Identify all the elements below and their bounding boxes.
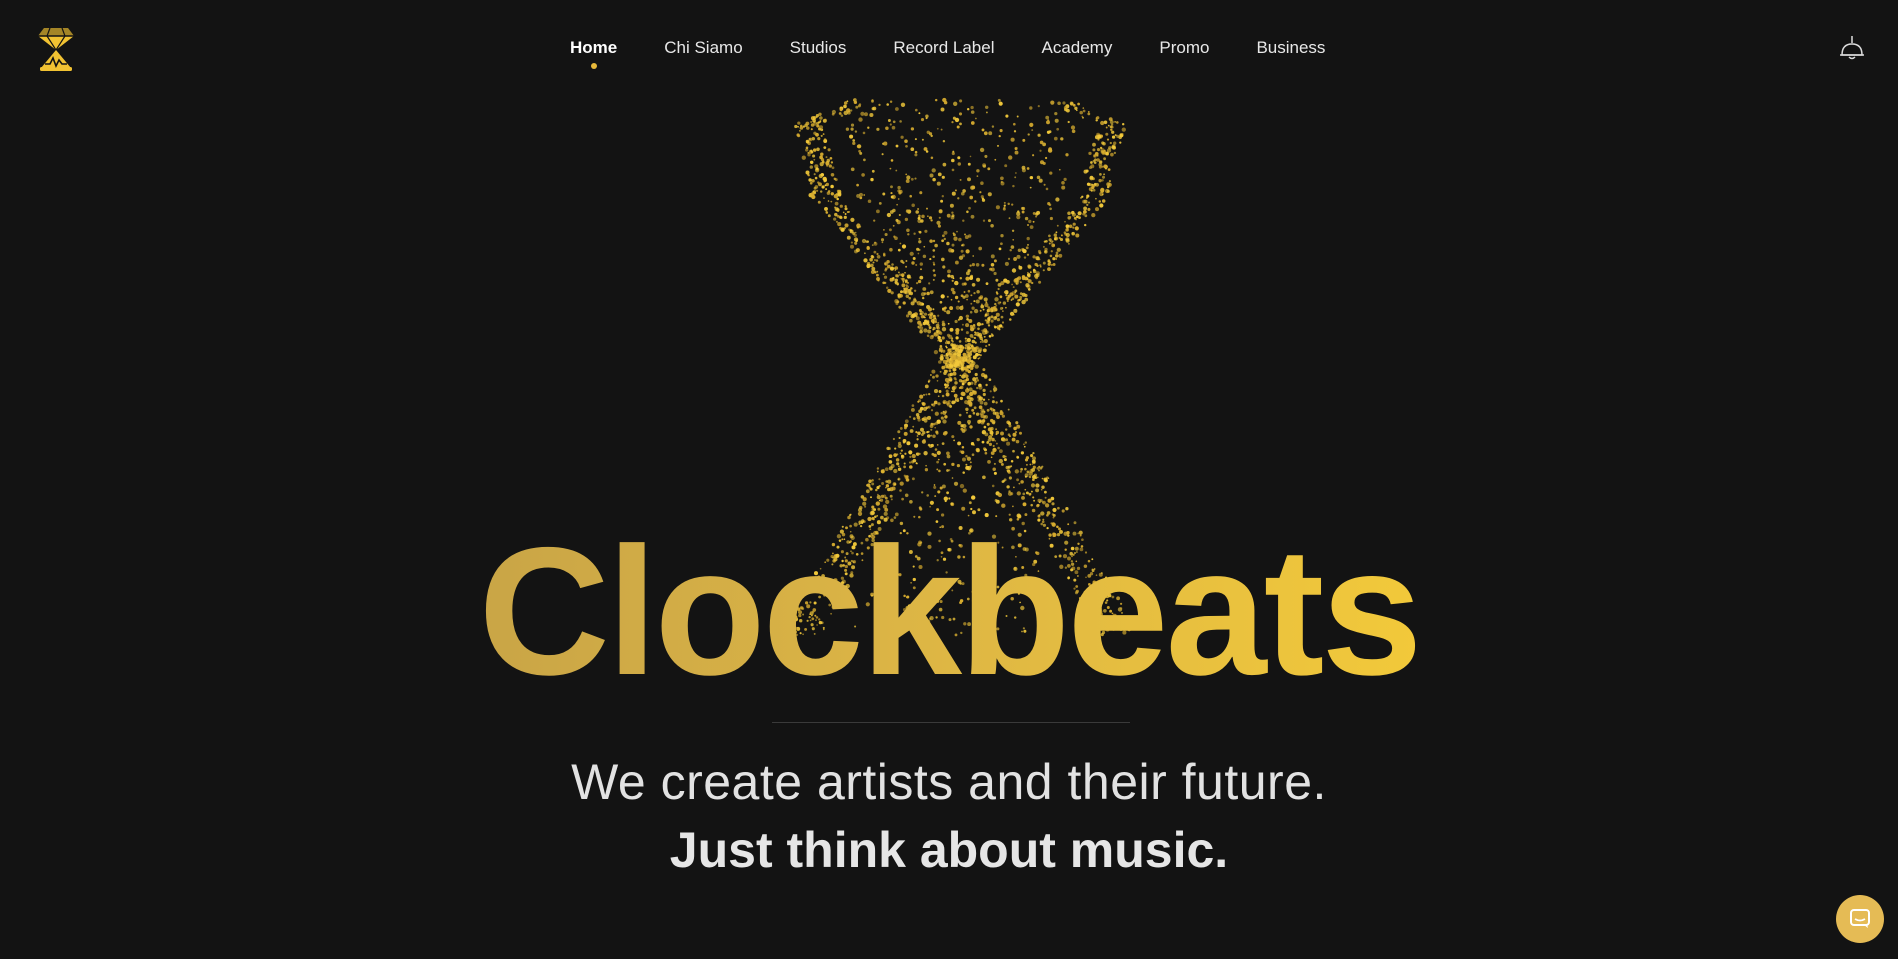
brand-title-text: Clockbeats: [478, 509, 1422, 713]
nav-item-label: Record Label: [893, 38, 995, 57]
main-nav: Home Chi Siamo Studios Record Label Acad…: [570, 38, 1372, 69]
nav-item-label: Business: [1256, 38, 1326, 57]
nav-item-label: Chi Siamo: [664, 38, 743, 57]
nav-item-record-label[interactable]: Record Label: [893, 38, 994, 58]
nav-item-label: Academy: [1041, 38, 1113, 57]
nav-item-chi-siamo[interactable]: Chi Siamo: [664, 38, 742, 58]
tagline-bold: Just think about music.: [669, 822, 1229, 878]
logo-hourglass-diamond-icon[interactable]: [36, 24, 76, 74]
tagline: We create artists and their future.: [571, 754, 1327, 810]
brand-title: Clockbeats: [0, 520, 1898, 702]
page: Home Chi Siamo Studios Record Label Acad…: [0, 0, 1898, 959]
active-indicator-dot: [590, 63, 597, 69]
nav-item-promo[interactable]: Promo: [1159, 38, 1209, 58]
nav-item-studios[interactable]: Studios: [790, 38, 847, 58]
chat-button[interactable]: [1836, 895, 1884, 943]
nav-item-label: Promo: [1159, 38, 1210, 57]
nav-item-academy[interactable]: Academy: [1041, 38, 1112, 58]
divider: [772, 722, 1130, 723]
nav-item-label: Home: [570, 38, 618, 57]
nav-item-home[interactable]: Home: [570, 38, 618, 69]
nav-item-label: Studios: [789, 38, 847, 57]
nav-item-business[interactable]: Business: [1256, 38, 1325, 58]
lamp-icon[interactable]: [1838, 34, 1866, 62]
chat-bubble-icon: [1850, 909, 1870, 928]
